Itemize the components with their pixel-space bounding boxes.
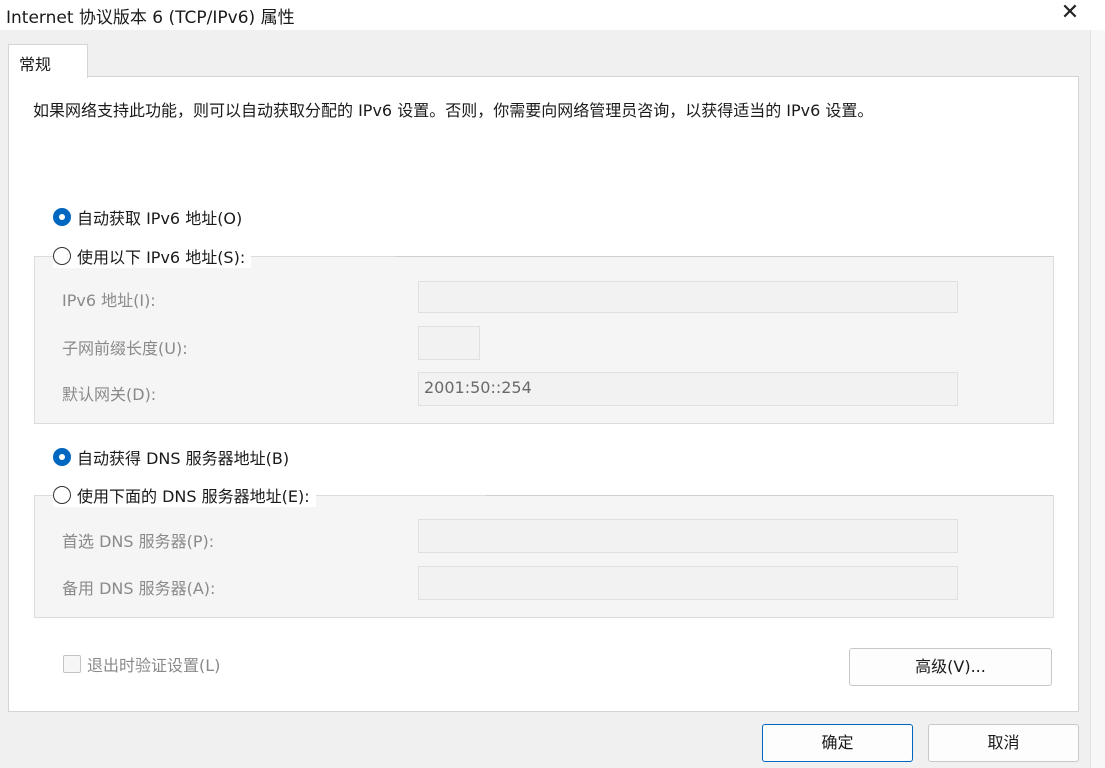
ok-button[interactable]: 确定 [762,724,913,762]
auto-dns-radio[interactable] [53,448,71,466]
preferred-dns-label: 首选 DNS 服务器(P): [62,532,215,551]
ipv6-address-field[interactable] [418,281,958,313]
tab-general[interactable]: 常规 [8,44,88,78]
tab-general-label: 常规 [19,55,52,74]
window-title: Internet 协议版本 6 (TCP/IPv6) 属性 [6,8,295,28]
subnet-prefix-field[interactable] [418,326,480,360]
alternate-dns-label: 备用 DNS 服务器(A): [62,579,216,598]
validate-settings-label: 退出时验证设置(L) [87,656,221,675]
manual-dns-radio-option[interactable]: 使用下面的 DNS 服务器地址(E): [53,483,316,507]
cancel-button[interactable]: 取消 [928,724,1079,762]
auto-ipv6-radio[interactable] [53,208,71,226]
ipv6-group-separator [395,256,1053,257]
advanced-button[interactable]: 高级(V)... [849,648,1052,686]
dns-group-separator [486,495,1053,496]
manual-dns-radio-label: 使用下面的 DNS 服务器地址(E): [77,487,310,506]
close-icon[interactable]: ✕ [1053,0,1087,28]
manual-ipv6-radio-option[interactable]: 使用以下 IPv6 地址(S): [53,244,252,268]
manual-dns-radio[interactable] [53,486,71,504]
subnet-prefix-label: 子网前缀长度(U): [62,339,188,358]
auto-ipv6-radio-option[interactable]: 自动获取 IPv6 地址(O) [53,205,249,229]
background-window-edge [1090,30,1105,768]
preferred-dns-field[interactable] [418,519,958,553]
description-text: 如果网络支持此功能，则可以自动获取分配的 IPv6 设置。否则，你需要向网络管理… [33,101,874,120]
auto-dns-radio-label: 自动获得 DNS 服务器地址(B) [77,449,290,468]
manual-ipv6-radio-label: 使用以下 IPv6 地址(S): [77,248,246,267]
alternate-dns-field[interactable] [418,566,958,600]
default-gateway-field[interactable]: 2001:50::254 [418,372,958,406]
validate-settings-option[interactable]: 退出时验证设置(L) [63,652,220,676]
default-gateway-label: 默认网关(D): [62,385,157,404]
ipv6-address-label: IPv6 地址(I): [62,291,156,310]
auto-ipv6-radio-label: 自动获取 IPv6 地址(O) [77,209,243,228]
validate-settings-checkbox[interactable] [63,655,81,673]
manual-ipv6-radio[interactable] [53,247,71,265]
auto-dns-radio-option[interactable]: 自动获得 DNS 服务器地址(B) [53,445,296,469]
title-bar: Internet 协议版本 6 (TCP/IPv6) 属性 ✕ [0,0,1105,30]
